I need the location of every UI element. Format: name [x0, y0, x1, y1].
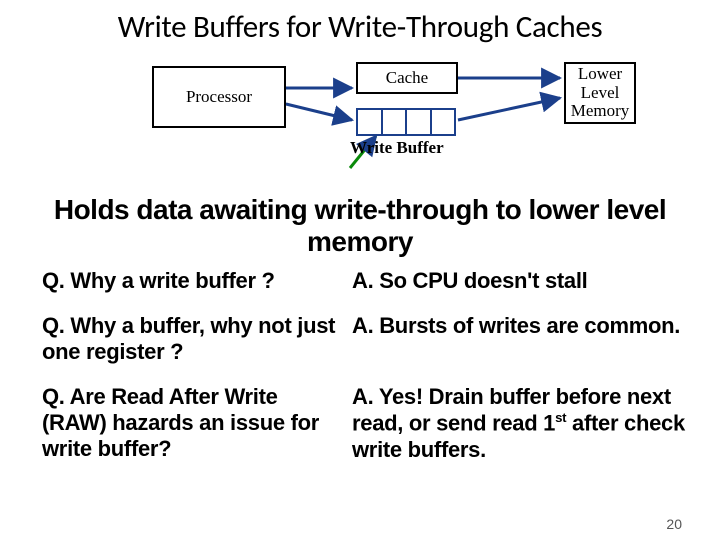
slide-title: Write Buffers for Write-Through Caches	[0, 0, 720, 46]
qa-grid: Q. Why a write buffer ? A. So CPU doesn'…	[0, 268, 720, 463]
answer-2: A. Bursts of writes are common.	[352, 313, 720, 339]
answer-1: A. So CPU doesn't stall	[352, 268, 720, 294]
subtitle: Holds data awaiting write-through to low…	[0, 194, 720, 258]
question-2: Q. Why a buffer, why not just one regist…	[42, 313, 342, 366]
question-3: Q. Are Read After Write (RAW) hazards an…	[42, 384, 342, 463]
cache-box: Cache	[356, 62, 458, 94]
answer-3: A. Yes! Drain buffer before next read, o…	[352, 384, 720, 464]
processor-box: Processor	[152, 66, 286, 128]
page-number: 20	[666, 516, 682, 532]
write-buffer-box	[356, 108, 456, 136]
memory-box: Lower Level Memory	[564, 62, 636, 124]
write-buffer-label: Write Buffer	[350, 138, 444, 158]
question-1: Q. Why a write buffer ?	[42, 268, 342, 294]
architecture-diagram: Processor Cache Lower Level Memory Write…	[0, 56, 720, 196]
